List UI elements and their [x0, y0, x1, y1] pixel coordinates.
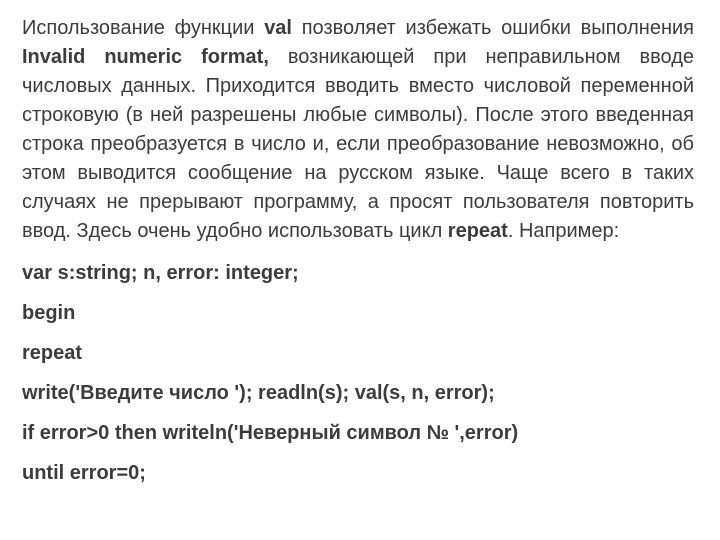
keyword-invalid-numeric-format: Invalid numeric format,	[22, 46, 269, 68]
code-line-repeat: repeat	[22, 340, 694, 366]
code-line-var: var s:string; n, error: integer;	[22, 260, 694, 286]
text-segment: . Например:	[508, 220, 619, 242]
code-line-begin: begin	[22, 300, 694, 326]
document-page: Использование функции val позволяет избе…	[0, 0, 720, 514]
text-segment: Использование функции	[22, 17, 264, 39]
paragraph-description: Использование функции val позволяет избе…	[22, 14, 694, 246]
keyword-repeat: repeat	[448, 220, 508, 242]
keyword-val: val	[264, 17, 292, 39]
text-segment: возникающей при неправильном вводе число…	[22, 46, 694, 242]
code-line-if: if error>0 then writeln('Неверный символ…	[22, 420, 694, 446]
code-line-until: until error=0;	[22, 460, 694, 486]
text-segment: позволяет избежать ошибки выполнения	[292, 17, 694, 39]
code-line-write: write('Введите число '); readln(s); val(…	[22, 380, 694, 406]
